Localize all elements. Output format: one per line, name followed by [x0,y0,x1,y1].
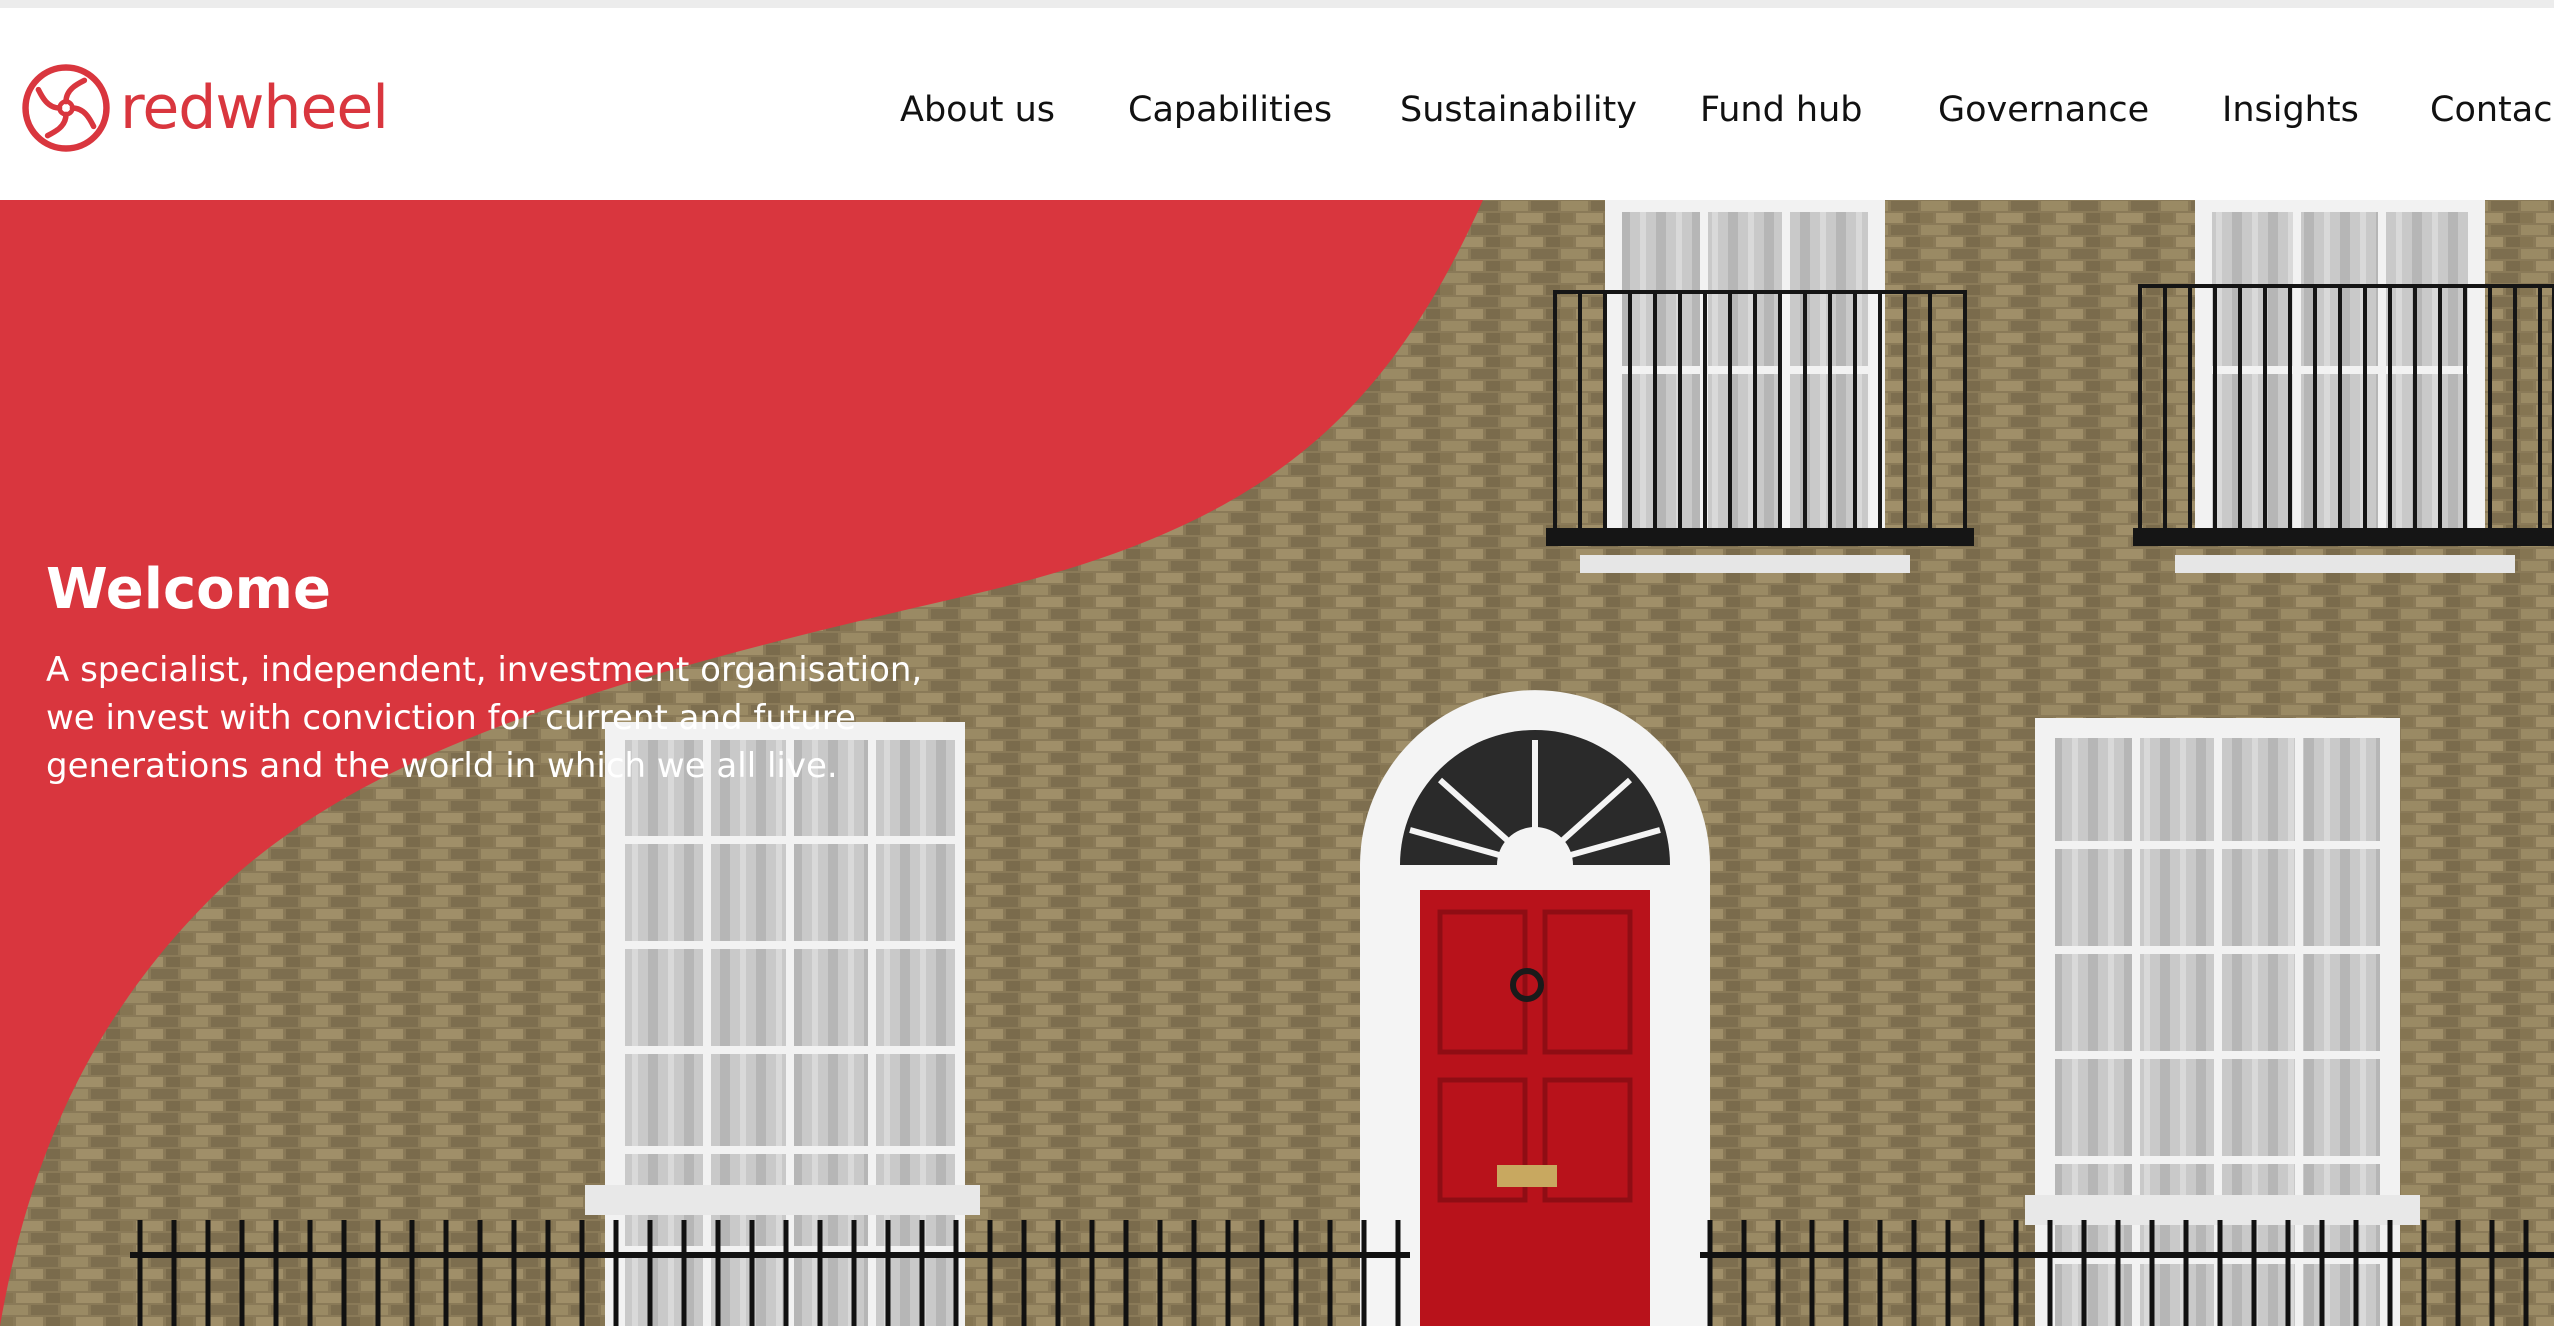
redwheel-logo-icon [22,64,110,152]
nav-capabilities[interactable]: Capabilities [1128,88,1332,132]
site-header: redwheel About us Capabilities Sustainab… [0,8,2554,200]
nav-contact[interactable]: Contac [2430,88,2552,132]
nav-sustainability[interactable]: Sustainability [1400,88,1637,132]
nav-governance[interactable]: Governance [1938,88,2149,132]
hero-title: Welcome [46,556,331,622]
logo-link[interactable]: redwheel [20,58,389,158]
hero-banner: Welcome A specialist, independent, inves… [0,200,2554,1326]
top-strip [0,0,2554,8]
nav-insights[interactable]: Insights [2222,88,2359,132]
hero-body: A specialist, independent, investment or… [46,650,923,786]
brand-wordmark: redwheel [120,73,389,143]
nav-fund-hub[interactable]: Fund hub [1700,88,1863,132]
nav-about-us[interactable]: About us [900,88,1055,132]
front-door [1360,690,1710,1326]
